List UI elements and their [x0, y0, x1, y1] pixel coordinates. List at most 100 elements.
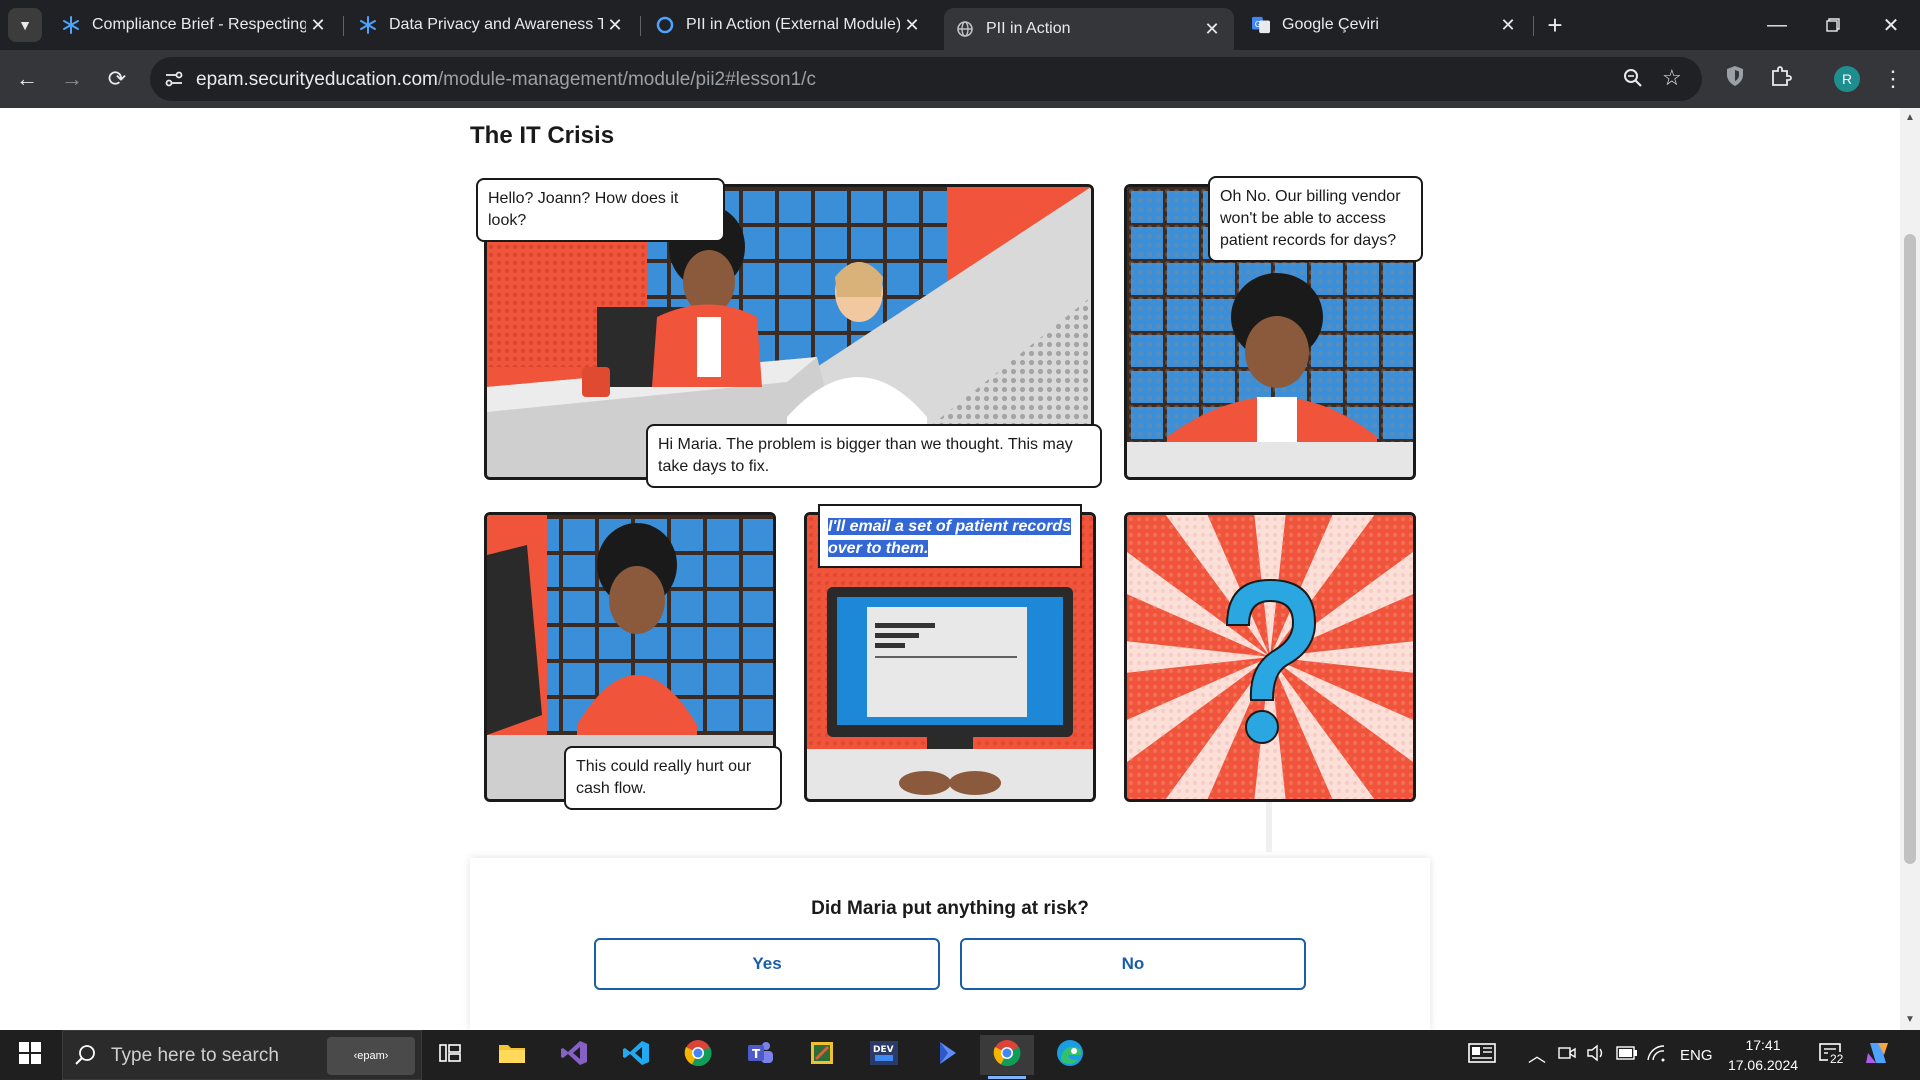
speech-bubble-3: Oh No. Our billing vendor won't be able …	[1208, 176, 1423, 262]
tab-separator	[640, 16, 641, 36]
bookmark-star-icon[interactable]: ☆	[1662, 65, 1682, 91]
tray-copilot[interactable]	[1864, 1030, 1892, 1080]
speaker-icon	[1586, 1044, 1606, 1066]
start-button[interactable]	[8, 1035, 52, 1075]
forward-button[interactable]: →	[55, 62, 89, 96]
epam-label: ‹epam›	[353, 1050, 389, 1062]
battery-icon	[1616, 1046, 1638, 1064]
taskbar-search[interactable]: Type here to search ‹epam›	[62, 1030, 422, 1080]
scrollbar-thumb[interactable]	[1904, 234, 1916, 864]
tray-battery[interactable]	[1616, 1030, 1638, 1080]
url-host: epam.securityeducation.com	[196, 69, 438, 90]
content-divider	[1266, 802, 1272, 852]
news-widget[interactable]	[1468, 1030, 1496, 1080]
scroll-down-icon[interactable]: ▼	[1904, 1014, 1916, 1026]
tab-title: PII in Action (External Module) |	[686, 16, 900, 33]
google-translate-icon: G	[1252, 16, 1270, 34]
tab-google-ceviri[interactable]: G Google Çeviri ✕	[1240, 8, 1530, 42]
svg-text:T: T	[752, 1047, 761, 1061]
svg-text:DEV: DEV	[873, 1045, 894, 1055]
minimize-button[interactable]: —	[1760, 8, 1794, 42]
tray-overflow-button[interactable]: ︿	[1528, 1030, 1546, 1080]
chevron-up-icon: ︿	[1528, 1046, 1546, 1066]
speech-bubble-1: Hello? Joann? How does it look?	[476, 178, 725, 242]
epam-search-badge[interactable]: ‹epam›	[327, 1037, 415, 1075]
selected-caption-text: I'll email a set of patient records over…	[828, 518, 1071, 557]
notification-icon: 22	[1818, 1042, 1846, 1068]
active-app-indicator	[988, 1076, 1026, 1079]
notification-count: 22	[1828, 1052, 1846, 1066]
tab-pii-in-action[interactable]: PII in Action ✕	[944, 8, 1234, 50]
comic-panel-5	[1124, 512, 1416, 802]
profile-button[interactable]: R	[1830, 62, 1864, 96]
close-window-button[interactable]: ✕	[1874, 8, 1908, 42]
reload-icon: ⟳	[107, 66, 127, 91]
tray-clock[interactable]: 17:41 17.06.2024	[1728, 1030, 1798, 1080]
taskbar-edge[interactable]	[1048, 1035, 1092, 1075]
tab-pii-external[interactable]: PII in Action (External Module) | ✕	[644, 8, 934, 42]
tab-compliance-brief[interactable]: Compliance Brief - Respecting C ✕	[50, 8, 340, 42]
new-tab-button[interactable]: +	[1538, 8, 1572, 42]
close-icon[interactable]: ✕	[900, 13, 924, 37]
browser-menu-button[interactable]: ⋮	[1876, 62, 1910, 96]
back-button[interactable]: ←	[10, 62, 44, 96]
dev-icon: DEV	[869, 1039, 899, 1072]
tray-meet-now[interactable]	[1558, 1030, 1576, 1080]
shield-icon	[1725, 65, 1745, 93]
tool-app-icon	[808, 1039, 836, 1072]
taskbar-file-explorer[interactable]	[490, 1035, 534, 1075]
browser-toolbar: ← → ⟳ epam.securityeducation.com/module-…	[0, 50, 1920, 108]
taskbar-vscode[interactable]	[614, 1035, 658, 1075]
notification-center-button[interactable]: 22	[1818, 1030, 1846, 1080]
answer-yes-button[interactable]: Yes	[594, 938, 940, 990]
reload-button[interactable]: ⟳	[100, 62, 134, 96]
taskbar-chrome-active[interactable]	[980, 1035, 1034, 1075]
quiz-question: Did Maria put anything at risk?	[811, 898, 1089, 919]
arrow-left-icon: ←	[16, 66, 38, 91]
tab-strip: ▼ Compliance Brief - Respecting C ✕ Data…	[0, 0, 1920, 50]
circle-favicon-icon	[656, 16, 674, 34]
site-info-icon[interactable]	[164, 69, 184, 94]
page-scrollbar[interactable]: ▲ ▼	[1900, 108, 1920, 1030]
answer-no-button[interactable]: No	[960, 938, 1306, 990]
tab-title: Data Privacy and Awareness Tra	[389, 16, 603, 33]
folder-icon	[498, 1041, 526, 1070]
task-view-button[interactable]	[428, 1035, 472, 1075]
tab-title: Compliance Brief - Respecting C	[92, 16, 306, 33]
lesson-title: The IT Crisis	[470, 122, 615, 149]
wifi-icon	[1646, 1044, 1666, 1066]
tray-language[interactable]: ENG	[1680, 1030, 1713, 1080]
windows-logo-icon	[19, 1041, 41, 1069]
puzzle-icon	[1770, 65, 1792, 93]
tray-wifi[interactable]	[1646, 1030, 1666, 1080]
tab-search-button[interactable]: ▼	[8, 8, 42, 42]
scroll-up-icon[interactable]: ▲	[1904, 112, 1916, 124]
taskbar-teams[interactable]: T	[738, 1035, 782, 1075]
search-placeholder: Type here to search	[111, 1045, 279, 1066]
extensions-button[interactable]	[1764, 62, 1798, 96]
address-bar[interactable]: epam.securityeducation.com/module-manage…	[150, 57, 1702, 101]
search-icon	[75, 1044, 97, 1071]
url-text: epam.securityeducation.com/module-manage…	[196, 69, 816, 91]
taskbar-tool-app[interactable]	[800, 1035, 844, 1075]
arrow-right-icon: →	[61, 66, 83, 91]
epam-favicon-icon	[62, 16, 80, 34]
tray-volume[interactable]	[1586, 1030, 1606, 1080]
close-icon[interactable]: ✕	[603, 13, 627, 37]
vscode-icon	[622, 1039, 650, 1072]
taskbar-devtools[interactable]: DEV	[862, 1035, 906, 1075]
tab-data-privacy[interactable]: Data Privacy and Awareness Tra ✕	[347, 8, 637, 42]
close-icon[interactable]: ✕	[306, 13, 330, 37]
visual-studio-icon	[560, 1039, 588, 1072]
news-icon	[1468, 1043, 1496, 1067]
close-icon[interactable]: ✕	[1200, 17, 1224, 41]
speech-bubble-2: Hi Maria. The problem is bigger than we …	[646, 424, 1102, 488]
taskbar-power-automate[interactable]	[924, 1035, 968, 1075]
taskbar-visual-studio[interactable]	[552, 1035, 596, 1075]
zoom-icon[interactable]	[1622, 67, 1644, 94]
restore-button[interactable]	[1816, 8, 1850, 42]
close-icon: ✕	[1882, 14, 1900, 37]
shield-extension-button[interactable]	[1718, 62, 1752, 96]
taskbar-chrome-1[interactable]	[676, 1035, 720, 1075]
close-icon[interactable]: ✕	[1496, 13, 1520, 37]
